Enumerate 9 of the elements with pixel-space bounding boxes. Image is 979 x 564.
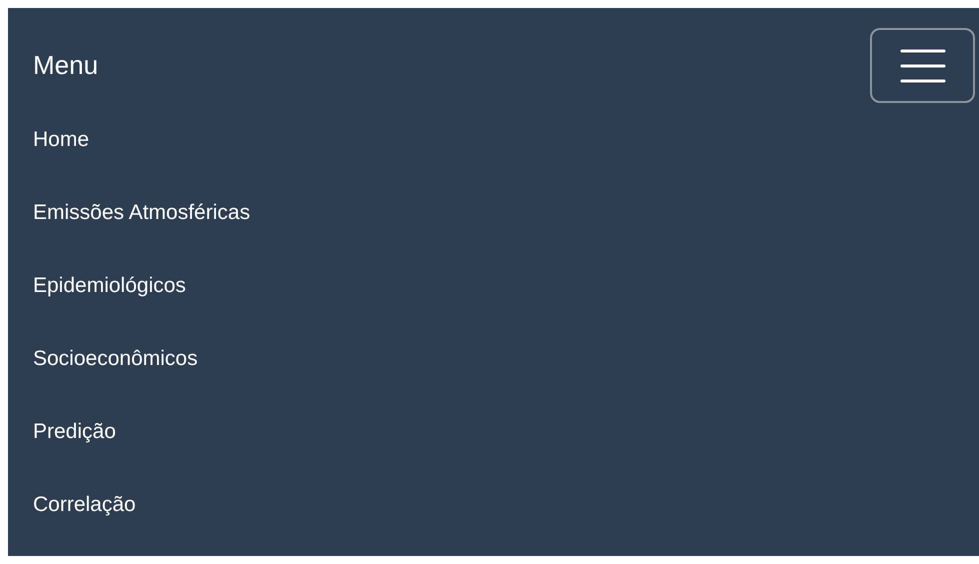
menu-link[interactable]: Epidemiológicos <box>33 249 186 322</box>
menu-toggle-button[interactable] <box>870 28 975 103</box>
menu-link[interactable]: Home <box>33 103 90 176</box>
menu-link[interactable]: Socioeconômicos <box>33 322 198 395</box>
menu-link[interactable]: Correlação <box>33 468 136 541</box>
menu-icon <box>900 48 946 82</box>
menu-link[interactable]: Predição <box>33 395 116 468</box>
menu-link[interactable]: Emissões Atmosféricas <box>33 176 250 249</box>
menu-title: Menu <box>33 49 98 82</box>
